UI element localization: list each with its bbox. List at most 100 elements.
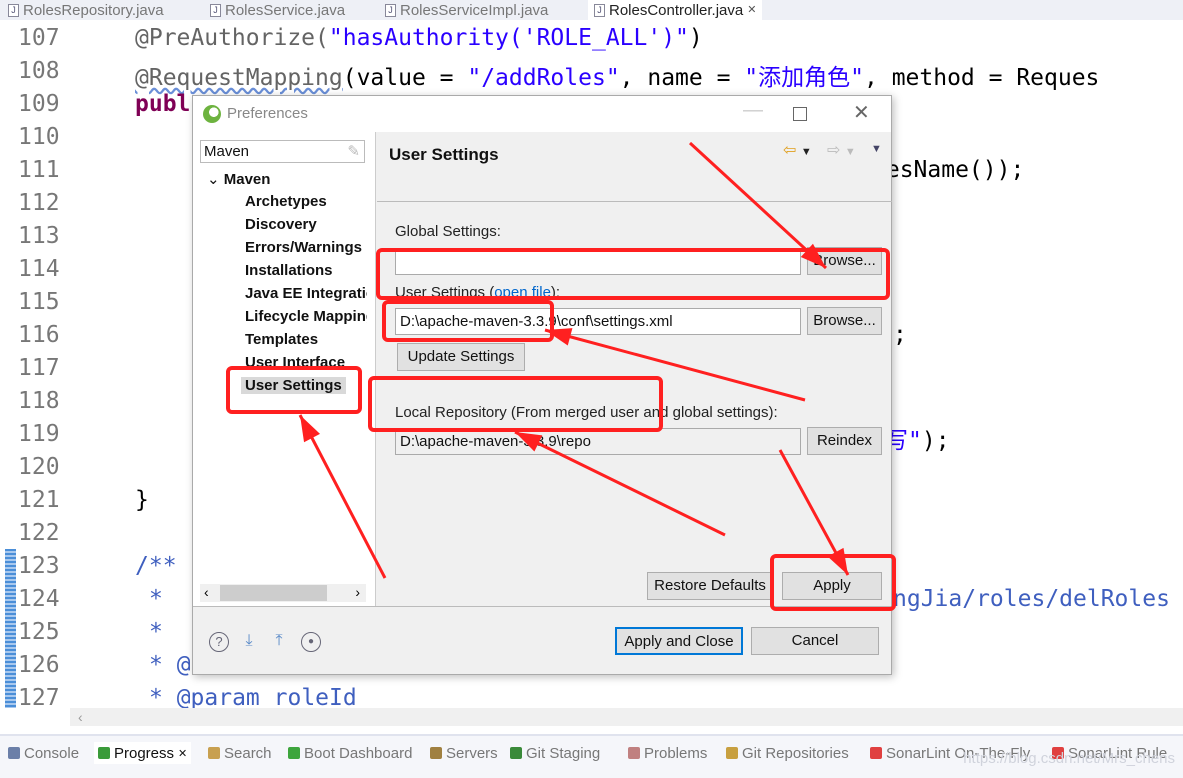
close-tab-icon[interactable]: ✕: [178, 747, 187, 760]
panel-tab[interactable]: Git Repositories: [726, 742, 849, 764]
tree-item[interactable]: User Interface: [245, 354, 345, 371]
java-file-icon: J: [8, 3, 19, 17]
tree-item[interactable]: Java EE Integration: [245, 285, 367, 302]
panel-tab-label: Console: [24, 744, 80, 762]
user-browse-button[interactable]: Browse...: [807, 307, 882, 335]
line-number: 108: [18, 58, 60, 84]
panel-tab-icon: [288, 747, 300, 759]
java-file-icon: J: [385, 3, 396, 17]
page-title: User Settings: [389, 145, 499, 164]
local-repository-field: D:\apache-maven-3.3.9\repo: [395, 428, 801, 455]
code-line-111: lesName());: [872, 157, 1025, 183]
line-number: 124: [18, 586, 60, 612]
scroll-thumb[interactable]: [220, 585, 327, 601]
tree-item[interactable]: Templates: [245, 331, 318, 348]
panel-tab[interactable]: Search: [208, 742, 272, 764]
line-number: 111: [18, 157, 60, 183]
restore-defaults-button[interactable]: Restore Defaults: [647, 572, 773, 600]
tree-item[interactable]: Discovery: [245, 216, 317, 233]
panel-tab-icon: [726, 747, 738, 759]
panel-tab[interactable]: Progress ✕: [94, 742, 192, 764]
record-icon[interactable]: ●: [301, 632, 321, 652]
panel-tab-icon: [430, 747, 442, 759]
tab-roles-repository[interactable]: J RolesRepository.java: [8, 0, 164, 20]
panel-tab-label: Git Repositories: [742, 744, 849, 762]
clear-filter-icon[interactable]: ✎: [347, 141, 360, 162]
code-line-107: @PreAuthorize("hasAuthority('ROLE_ALL')"…: [135, 25, 703, 51]
tree-item-maven[interactable]: ⌄ Maven: [207, 170, 270, 188]
dialog-footer: ? ⤓ ⤒ ● Apply and Close Cancel: [193, 606, 891, 676]
panel-tab[interactable]: Problems: [628, 742, 707, 764]
panel-tab[interactable]: Servers: [430, 742, 498, 764]
close-tab-icon[interactable]: ✕: [747, 1, 756, 20]
line-number: 113: [18, 223, 60, 249]
reindex-button[interactable]: Reindex: [807, 427, 882, 455]
filter-input[interactable]: Maven ✎: [200, 140, 365, 163]
tree-item[interactable]: Lifecycle Mappings: [245, 308, 367, 325]
panel-tab[interactable]: Boot Dashboard: [288, 742, 412, 764]
cancel-button[interactable]: Cancel: [751, 627, 879, 655]
watermark: https://blog.csdn.net/Mrs_chens: [963, 750, 1175, 767]
bottom-panel-tabs: Console Progress ✕ Search Boot Dashboard Serv…: [0, 734, 1183, 778]
tree-item[interactable]: Archetypes: [245, 193, 327, 210]
panel-tab-icon: [98, 747, 110, 759]
panel-tab[interactable]: Git Staging: [510, 742, 600, 764]
panel-tab-label: Git Staging: [526, 744, 601, 762]
forward-arrow-icon[interactable]: ⇨ ▼: [827, 140, 856, 160]
line-number: 123: [18, 553, 60, 579]
line-number: 125: [18, 619, 60, 645]
code-line-108: @RequestMapping(value = "/addRoles", nam…: [135, 65, 1100, 91]
preference-tree-pane: Maven ✎ ⌄ Maven Archetypes Discovery Errors…: [193, 132, 376, 606]
apply-and-close-button[interactable]: Apply and Close: [615, 627, 743, 655]
chevron-down-icon[interactable]: ⌄: [207, 171, 224, 188]
apply-button[interactable]: Apply: [782, 572, 882, 600]
tab-roles-service[interactable]: J RolesService.java: [210, 0, 345, 20]
panel-tab-icon: [510, 747, 522, 759]
panel-tab[interactable]: Console: [8, 742, 79, 764]
line-number: 119: [18, 421, 60, 447]
line-number: 112: [18, 190, 60, 216]
panel-tab-label: Search: [224, 744, 272, 762]
line-number: 122: [18, 520, 60, 546]
tree-horizontal-scrollbar[interactable]: ‹ ›: [200, 584, 366, 602]
tree-item[interactable]: Installations: [245, 262, 333, 279]
panel-tab-icon: [208, 747, 220, 759]
editor-horizontal-scrollbar[interactable]: ‹: [70, 708, 1183, 726]
line-number: 116: [18, 322, 60, 348]
java-file-icon: J: [594, 3, 605, 17]
update-settings-button[interactable]: Update Settings: [397, 343, 525, 371]
open-file-link[interactable]: open file: [494, 284, 551, 301]
global-browse-button[interactable]: Browse...: [807, 247, 882, 275]
user-settings-input[interactable]: D:\apache-maven-3.3.9\conf\settings.xml: [395, 308, 801, 335]
code-line-125: *: [149, 619, 163, 645]
line-number: 115: [18, 289, 60, 315]
spring-logo-icon: [203, 105, 221, 123]
panel-tab-label: Boot Dashboard: [304, 744, 413, 762]
global-settings-input[interactable]: [395, 248, 801, 275]
code-line-124-end: ngJia/roles/delRoles: [893, 586, 1170, 612]
panel-tab-label: Servers: [446, 744, 498, 762]
code-line-126: * @: [149, 652, 191, 678]
tab-roles-service-impl[interactable]: J RolesServiceImpl.java: [385, 0, 548, 20]
close-icon[interactable]: ✕: [853, 100, 870, 125]
dialog-title-bar[interactable]: Preferences — ✕: [193, 96, 891, 132]
import-icon[interactable]: ⤓: [239, 632, 259, 652]
minimize-icon[interactable]: —: [743, 99, 763, 122]
tab-roles-controller[interactable]: J RolesController.java ✕: [588, 0, 763, 20]
tree-item[interactable]: User Settings: [241, 377, 346, 394]
back-arrow-icon[interactable]: ⇦ ▼: [783, 140, 812, 160]
export-icon[interactable]: ⤒: [269, 632, 289, 652]
view-menu-icon[interactable]: ▼: [871, 143, 882, 155]
maximize-icon[interactable]: [793, 107, 807, 121]
line-number: 127: [18, 685, 60, 711]
code-line-123: /**: [135, 553, 177, 579]
line-number: 126: [18, 652, 60, 678]
panel-tab-label: Progress: [114, 744, 175, 762]
local-repository-label: Local Repository (From merged user and g…: [395, 404, 778, 421]
panel-tab-icon: [870, 747, 882, 759]
help-icon[interactable]: ?: [209, 632, 229, 652]
line-number: 118: [18, 388, 60, 414]
tree-item[interactable]: Errors/Warnings: [245, 239, 362, 256]
line-number: 110: [18, 124, 60, 150]
tab-label: RolesServiceImpl.java: [400, 1, 549, 19]
